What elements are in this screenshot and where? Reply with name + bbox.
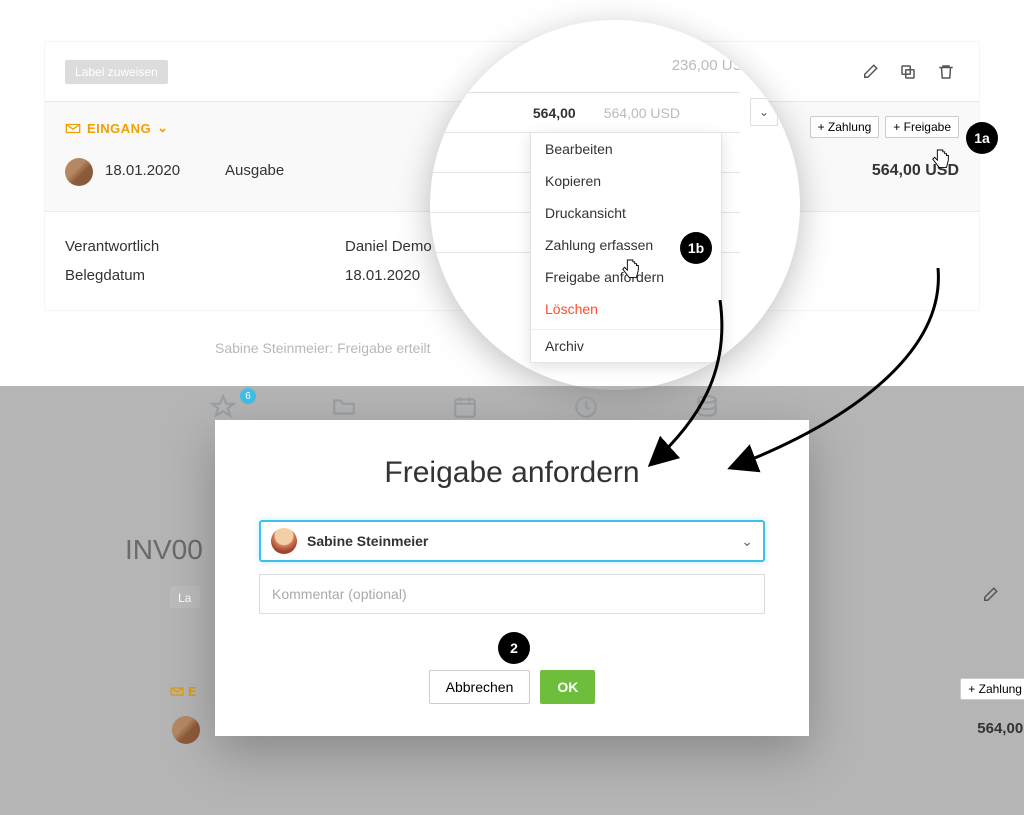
eingang-short: E [188,684,197,699]
invoice-type: Ausgabe [225,162,284,179]
avatar[interactable] [65,158,93,186]
freigabe-modal: Freigabe anfordern Sabine Steinmeier ⌄ K… [215,420,809,736]
menu-kopieren[interactable]: Kopieren [531,165,721,197]
eingang-label[interactable]: EINGANG ⌄ [65,120,169,136]
star-icon[interactable] [210,394,236,420]
row-menu-toggle[interactable]: ⌄ [750,98,778,126]
step-badge-1b: 1b [680,232,712,264]
storage-icon[interactable] [694,394,720,420]
nav-icons [210,394,720,420]
comment-input[interactable]: Kommentar (optional) [259,574,765,614]
trash-icon[interactable] [933,59,959,85]
invoice-date: 18.01.2020 [105,162,180,179]
step-badge-1a: 1a [966,122,998,154]
chevron-down-icon: ⌄ [741,533,753,550]
menu-bearbeiten[interactable]: Bearbeiten [531,133,721,165]
step-badge-2: 2 [498,632,530,664]
eingang-label[interactable]: E [170,684,197,699]
comment-placeholder: Kommentar (optional) [272,586,407,602]
chevron-down-icon: ⌄ [157,120,168,136]
calendar-icon[interactable] [452,394,478,420]
lens-val: 564,00 [533,105,576,121]
add-zahlung-button[interactable]: + Zahlung [810,116,880,138]
folder-icon[interactable] [331,394,357,420]
lens-cur: 564,00 USD [604,105,680,121]
approver-name: Sabine Steinmeier [307,533,428,549]
ok-button[interactable]: OK [540,670,595,704]
menu-loeschen[interactable]: Löschen [531,293,721,325]
meta-val-responsible: Daniel Demo [345,238,432,255]
zoom-lens: 236,00 USD ⌄ 564,00564,00 USD 75,00 99,1… [430,20,800,390]
menu-archiv[interactable]: Archiv [531,329,721,362]
meta-key-responsible: Verantwortlich [65,238,345,255]
star-count: 6 [240,388,256,404]
edit-icon[interactable] [857,59,883,85]
edit-icon[interactable] [981,586,999,607]
subline: Sabine Steinmeier: Freigabe erteilt [215,340,431,356]
avatar[interactable] [172,716,200,744]
clock-icon[interactable] [573,394,599,420]
meta-val-date: 18.01.2020 [345,267,420,284]
approver-select[interactable]: Sabine Steinmeier ⌄ [259,520,765,562]
copy-icon[interactable] [895,59,921,85]
invoice-amount: 564,00 USD [977,720,1024,737]
doc-title: INV00 [125,534,203,566]
label-chip[interactable]: Label zuweisen [65,60,168,84]
cursor-icon [930,148,952,174]
label-chip[interactable]: La [170,586,200,608]
menu-druck[interactable]: Druckansicht [531,197,721,229]
lens-head-amount: 236,00 USD [672,57,754,74]
cursor-icon [620,258,642,284]
abbrechen-button[interactable]: Abbrechen [429,670,531,704]
eingang-label-text: EINGANG [87,121,151,136]
chevron-down-icon[interactable]: ⌄ [773,56,786,74]
add-zahlung-button[interactable]: + Zahlung [960,678,1024,700]
avatar [271,528,297,554]
modal-title: Freigabe anfordern [259,456,765,490]
meta-key-date: Belegdatum [65,267,345,284]
add-freigabe-button[interactable]: + Freigabe [885,116,959,138]
